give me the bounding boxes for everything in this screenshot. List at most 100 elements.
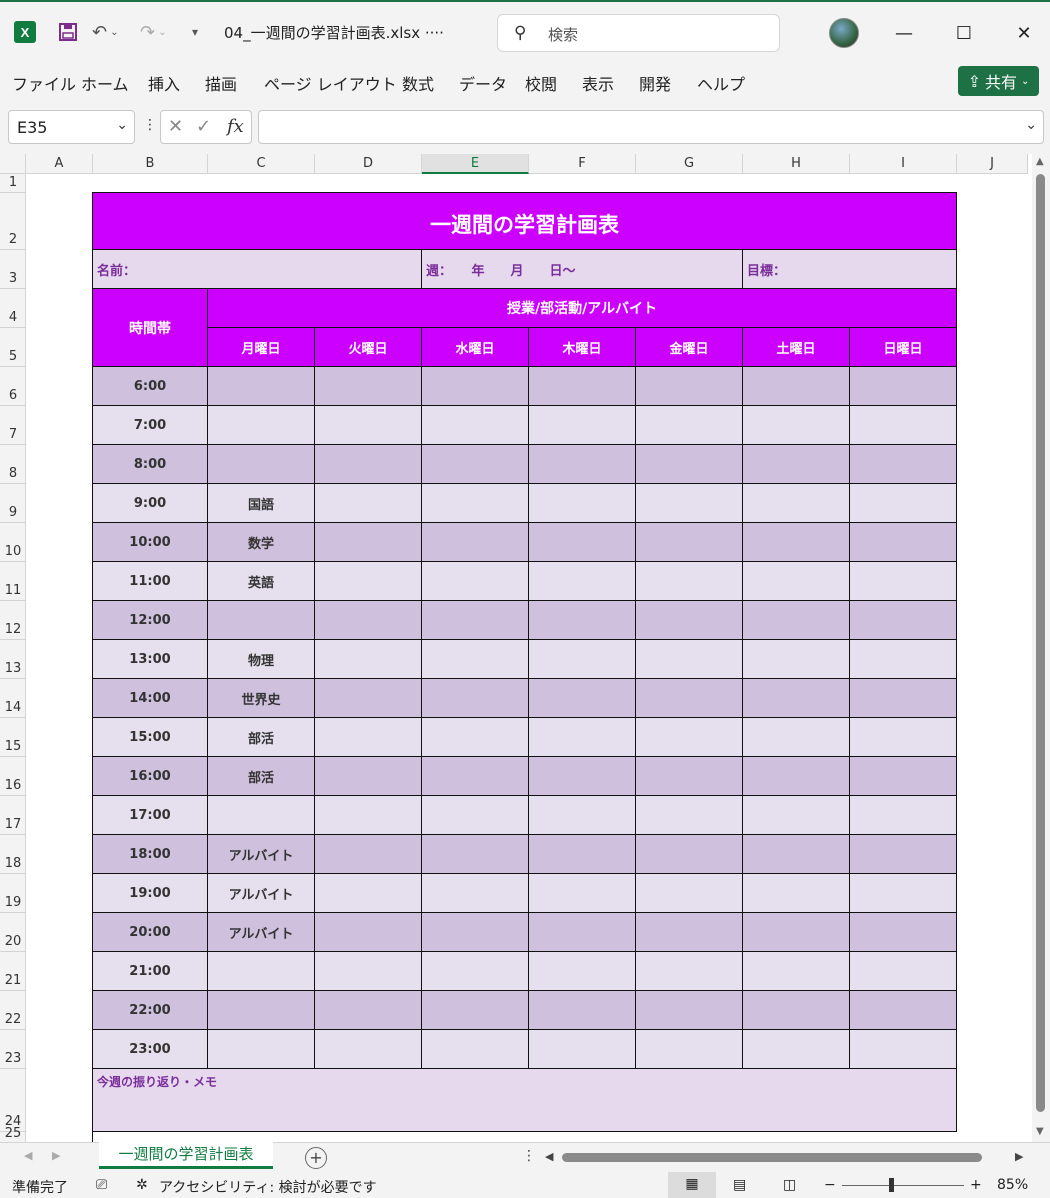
name-field[interactable]: 名前： <box>93 250 422 289</box>
schedule-cell[interactable] <box>636 835 743 874</box>
zoom-slider[interactable] <box>842 1185 964 1186</box>
schedule-cell[interactable] <box>850 406 957 445</box>
time-slot[interactable]: 6:00 <box>93 367 208 406</box>
column-header-b[interactable]: B <box>93 154 208 174</box>
schedule-cell[interactable] <box>636 406 743 445</box>
time-slot[interactable]: 11:00 <box>93 562 208 601</box>
day-header[interactable]: 土曜日 <box>743 328 850 367</box>
schedule-cell[interactable]: 英語 <box>208 562 315 601</box>
scroll-left-icon[interactable]: ◀ <box>545 1150 553 1163</box>
schedule-cell[interactable] <box>422 1030 529 1069</box>
schedule-cell[interactable] <box>636 913 743 952</box>
schedule-cell[interactable] <box>315 874 422 913</box>
row-header-16[interactable]: 16 <box>0 757 26 796</box>
time-slot[interactable]: 17:00 <box>93 796 208 835</box>
redo-icon[interactable]: ↷ ⌄ <box>140 18 166 46</box>
schedule-cell[interactable] <box>850 640 957 679</box>
goal-field[interactable]: 目標： <box>743 250 957 289</box>
schedule-cell[interactable]: アルバイト <box>208 874 315 913</box>
schedule-cell[interactable] <box>422 484 529 523</box>
schedule-cell[interactable] <box>529 679 636 718</box>
schedule-cell[interactable] <box>636 991 743 1030</box>
day-header[interactable]: 金曜日 <box>636 328 743 367</box>
day-header[interactable]: 月曜日 <box>208 328 315 367</box>
add-sheet-button[interactable]: + <box>305 1147 327 1169</box>
customize-icon[interactable]: ▾ <box>192 18 198 46</box>
schedule-cell[interactable] <box>208 406 315 445</box>
day-header[interactable]: 日曜日 <box>850 328 957 367</box>
menu-view[interactable]: 表示 <box>582 71 614 95</box>
column-header-g[interactable]: G <box>636 154 743 174</box>
save-icon[interactable] <box>56 18 80 46</box>
row-header-2[interactable]: 2 <box>0 193 26 250</box>
schedule-cell[interactable] <box>850 952 957 991</box>
schedule-cell[interactable] <box>636 523 743 562</box>
formula-input[interactable]: ⌄ <box>258 110 1044 144</box>
maximize-icon[interactable]: ☐ <box>944 16 984 50</box>
zoom-out-icon[interactable]: − <box>824 1177 836 1193</box>
schedule-cell[interactable] <box>850 601 957 640</box>
schedule-cell[interactable] <box>208 601 315 640</box>
schedule-cell[interactable] <box>850 757 957 796</box>
schedule-cell[interactable]: アルバイト <box>208 835 315 874</box>
time-slot[interactable]: 13:00 <box>93 640 208 679</box>
chevron-down-icon[interactable]: ⌄ <box>1025 117 1037 133</box>
schedule-cell[interactable] <box>850 484 957 523</box>
schedule-cell[interactable] <box>743 874 850 913</box>
sheet-title[interactable]: 一週間の学習計画表 <box>93 193 957 250</box>
schedule-cell[interactable] <box>315 367 422 406</box>
schedule-cell[interactable] <box>636 796 743 835</box>
tab-split-icon[interactable]: ⋮ <box>522 1148 536 1164</box>
schedule-cell[interactable] <box>529 796 636 835</box>
schedule-cell[interactable] <box>422 406 529 445</box>
row-header-25[interactable]: 25 <box>0 1126 26 1142</box>
menu-home[interactable]: ホーム <box>81 71 129 95</box>
schedule-cell[interactable] <box>743 601 850 640</box>
normal-view-icon[interactable]: ▦ <box>668 1172 716 1198</box>
column-header-c[interactable]: C <box>208 154 315 174</box>
time-slot[interactable]: 18:00 <box>93 835 208 874</box>
schedule-cell[interactable] <box>636 679 743 718</box>
schedule-cell[interactable] <box>315 562 422 601</box>
time-header[interactable]: 時間帯 <box>93 289 208 367</box>
schedule-cell[interactable] <box>208 1030 315 1069</box>
column-header-d[interactable]: D <box>315 154 422 174</box>
schedule-cell[interactable] <box>529 484 636 523</box>
time-slot[interactable]: 9:00 <box>93 484 208 523</box>
schedule-cell[interactable] <box>315 679 422 718</box>
schedule-cell[interactable] <box>422 523 529 562</box>
schedule-cell[interactable] <box>315 406 422 445</box>
minimize-icon[interactable]: — <box>884 16 924 50</box>
row-header-19[interactable]: 19 <box>0 874 26 913</box>
schedule-cell[interactable] <box>208 952 315 991</box>
scroll-up-icon[interactable]: ▲ <box>1036 156 1044 167</box>
search-box[interactable]: ⚲ 検索 <box>497 14 780 52</box>
schedule-cell[interactable] <box>529 718 636 757</box>
schedule-cell[interactable] <box>636 562 743 601</box>
schedule-cell[interactable]: アルバイト <box>208 913 315 952</box>
time-slot[interactable]: 22:00 <box>93 991 208 1030</box>
worksheet-grid[interactable]: A B C D E F G H I J 1 2 3 4 5 6 7 8 9 10 11 12 13 14 15 16 17 18 19 2… <box>0 154 1050 1142</box>
zoom-level[interactable]: 85% <box>997 1177 1028 1193</box>
schedule-cell[interactable] <box>743 445 850 484</box>
schedule-cell[interactable] <box>850 991 957 1030</box>
share-button[interactable]: ⇪ 共有 ⌄ <box>958 66 1039 96</box>
schedule-cell[interactable] <box>850 367 957 406</box>
schedule-cell[interactable]: 物理 <box>208 640 315 679</box>
schedule-cell[interactable] <box>315 640 422 679</box>
menu-review[interactable]: 校閲 <box>525 71 557 95</box>
schedule-cell[interactable] <box>743 679 850 718</box>
name-box[interactable]: E35 ⌄ <box>8 110 135 144</box>
row-header-4[interactable]: 4 <box>0 289 26 328</box>
day-header[interactable]: 水曜日 <box>422 328 529 367</box>
schedule-cell[interactable] <box>850 718 957 757</box>
row-header-9[interactable]: 9 <box>0 484 26 523</box>
schedule-cell[interactable] <box>850 445 957 484</box>
schedule-cell[interactable] <box>315 835 422 874</box>
schedule-cell[interactable]: 数学 <box>208 523 315 562</box>
schedule-cell[interactable] <box>636 601 743 640</box>
time-slot[interactable]: 19:00 <box>93 874 208 913</box>
accessibility-status[interactable]: アクセシビリティ: 検討が必要です <box>159 1177 377 1197</box>
schedule-cell[interactable] <box>850 679 957 718</box>
schedule-cell[interactable] <box>743 757 850 796</box>
